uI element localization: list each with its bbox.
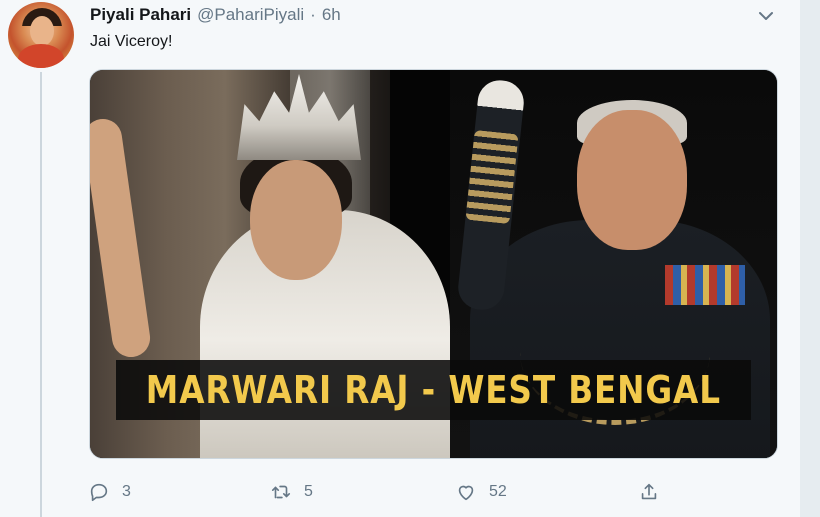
more-options-button[interactable] (752, 2, 780, 30)
queen-face (250, 160, 342, 280)
tweet[interactable]: Piyali Pahari @PahariPiyali · 6h Jai Vic… (0, 0, 800, 517)
reply-count: 3 (122, 483, 131, 500)
retweet-button[interactable]: 5 (270, 478, 313, 506)
tweet-header: Piyali Pahari @PahariPiyali · 6h (90, 4, 341, 26)
caret-down-icon (759, 12, 773, 20)
author-handle[interactable]: @PahariPiyali (197, 5, 304, 25)
right-gutter (800, 0, 820, 517)
avatar-face (30, 16, 54, 46)
tweet-media-image[interactable]: MARWARI RAJ - WEST BENGAL (89, 69, 778, 459)
tweet-actions: 3 5 52 (88, 478, 688, 506)
avatar[interactable] (8, 2, 74, 68)
tweet-time[interactable]: 6h (322, 5, 341, 25)
caption-banner: MARWARI RAJ - WEST BENGAL (116, 360, 751, 420)
like-icon (458, 485, 474, 501)
share-icon (641, 483, 657, 500)
separator-dot: · (310, 5, 316, 24)
avatar-robe (18, 44, 64, 68)
thread-line (40, 72, 42, 517)
tweet-text: Jai Viceroy! (90, 33, 173, 50)
reply-button[interactable]: 3 (88, 478, 131, 506)
retweet-count: 5 (304, 483, 313, 500)
like-button[interactable]: 52 (455, 478, 507, 506)
medal-ribbons (665, 265, 745, 305)
reply-icon (90, 483, 108, 502)
sleeve-stripes (465, 129, 519, 225)
retweet-icon (271, 485, 291, 499)
man-face (577, 110, 687, 250)
author-name[interactable]: Piyali Pahari (90, 5, 191, 25)
caption-banner-text: MARWARI RAJ - WEST BENGAL (145, 368, 722, 412)
share-button[interactable] (638, 478, 660, 506)
like-count: 52 (489, 483, 507, 500)
